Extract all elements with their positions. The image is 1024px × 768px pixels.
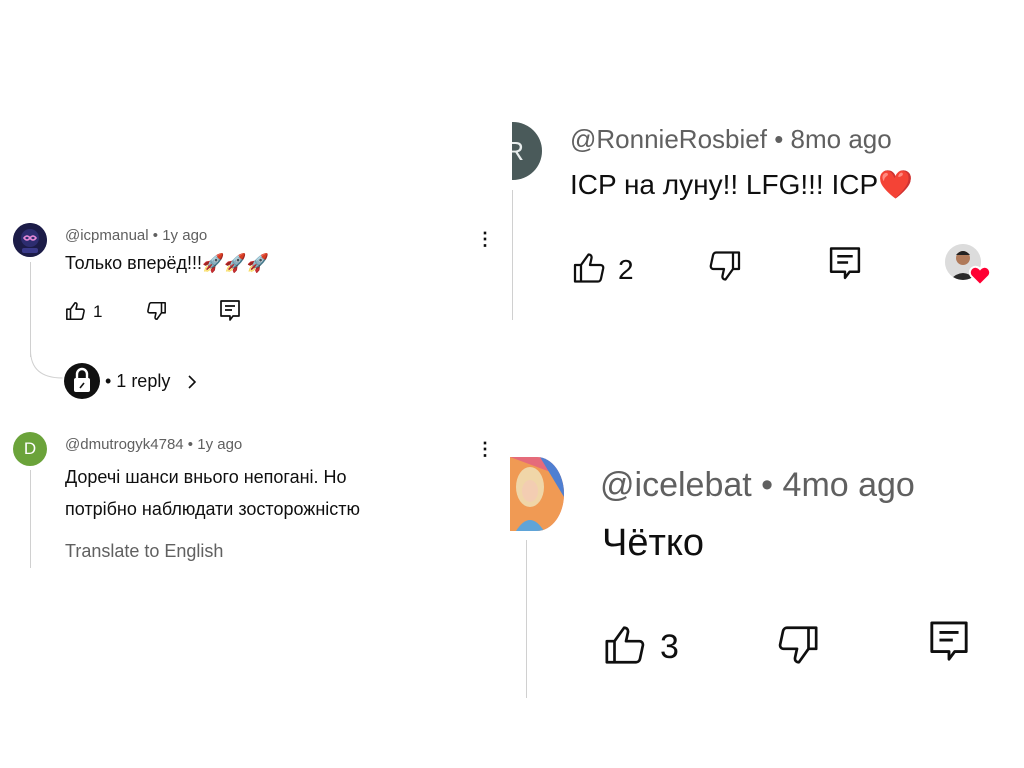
avatar-photo-icon bbox=[510, 457, 564, 531]
avatar[interactable]: D bbox=[13, 432, 47, 466]
thumbs-down-icon bbox=[709, 251, 741, 281]
reply-button[interactable] bbox=[928, 618, 970, 666]
author-name[interactable]: @RonnieRosbief bbox=[570, 124, 767, 154]
thread-line bbox=[30, 470, 31, 568]
translate-link[interactable]: Translate to English bbox=[65, 541, 223, 562]
thumbs-down-icon bbox=[147, 301, 166, 321]
comment-header: @dmutrogyk4784 • 1y ago bbox=[65, 436, 242, 453]
like-count: 2 bbox=[618, 254, 634, 285]
reply-button[interactable] bbox=[219, 299, 241, 323]
thumbs-up-icon bbox=[573, 253, 605, 283]
timestamp[interactable]: 8mo ago bbox=[791, 124, 892, 154]
lock-logo-icon bbox=[65, 364, 99, 398]
reply-icon bbox=[829, 247, 861, 280]
thumbs-down-icon bbox=[778, 626, 818, 664]
more-options-icon[interactable]: ⋮ bbox=[476, 440, 494, 458]
comment-text-line: потрібно наблюдати зосторожністю bbox=[65, 499, 361, 519]
chevron-right-icon bbox=[188, 375, 197, 389]
reply-icon bbox=[220, 300, 240, 321]
timestamp[interactable]: 1y ago bbox=[197, 436, 242, 453]
dislike-button[interactable] bbox=[774, 622, 820, 668]
comment-text: Доречі шанси внього непогані. Но потрібн… bbox=[65, 461, 360, 525]
separator: • bbox=[152, 227, 159, 244]
thumbs-up-icon bbox=[66, 301, 85, 321]
like-count: 1 bbox=[93, 302, 103, 321]
thread-line bbox=[30, 262, 31, 357]
separator: • bbox=[774, 124, 784, 154]
replies-count: • 1 reply bbox=[105, 371, 171, 391]
more-options-icon[interactable]: ⋮ bbox=[476, 230, 494, 248]
like-button[interactable] bbox=[65, 300, 87, 322]
like-button[interactable] bbox=[603, 622, 649, 668]
comment-text: ICP на луну!! LFG!!! ICP❤️ bbox=[570, 168, 913, 201]
separator: • bbox=[761, 466, 774, 504]
heart-badge-icon bbox=[968, 265, 992, 286]
avatar[interactable] bbox=[13, 223, 47, 257]
avatar[interactable] bbox=[510, 457, 564, 531]
separator: • bbox=[187, 436, 194, 453]
comment-text-line: Доречі шанси внього непогані. Но bbox=[65, 467, 347, 487]
reply-button[interactable] bbox=[828, 245, 862, 283]
thread-curve bbox=[30, 350, 63, 379]
thread-line bbox=[526, 540, 527, 698]
avatar-letter: D bbox=[23, 439, 37, 458]
comment-text: Только вперёд!!!🚀🚀🚀 bbox=[65, 253, 270, 273]
like-count: 3 bbox=[660, 628, 679, 666]
timestamp[interactable]: 4mo ago bbox=[783, 466, 915, 504]
like-button[interactable] bbox=[572, 250, 608, 286]
timestamp[interactable]: 1y ago bbox=[162, 227, 207, 244]
author-name[interactable]: @icelebat bbox=[600, 466, 752, 504]
dislike-button[interactable] bbox=[145, 300, 167, 322]
comment-header: @RonnieRosbief • 8mo ago bbox=[570, 124, 892, 155]
heart-emoji: ❤️ bbox=[878, 169, 914, 200]
author-name[interactable]: @dmutrogyk4784 bbox=[65, 436, 184, 453]
thumbs-up-icon bbox=[605, 626, 645, 664]
thread-line bbox=[512, 190, 513, 320]
comment-header: @icpmanual • 1y ago bbox=[65, 227, 207, 244]
reply-avatar bbox=[64, 363, 100, 399]
crop-mask bbox=[470, 110, 512, 190]
comment-header: @icelebat • 4mo ago bbox=[600, 466, 915, 505]
comment-text: Чётко bbox=[602, 522, 705, 564]
reply-icon bbox=[930, 621, 968, 661]
author-name[interactable]: @icpmanual bbox=[65, 227, 149, 244]
comment-text-body: ICP на луну!! LFG!!! ICP bbox=[570, 169, 879, 200]
dislike-button[interactable] bbox=[706, 248, 742, 284]
